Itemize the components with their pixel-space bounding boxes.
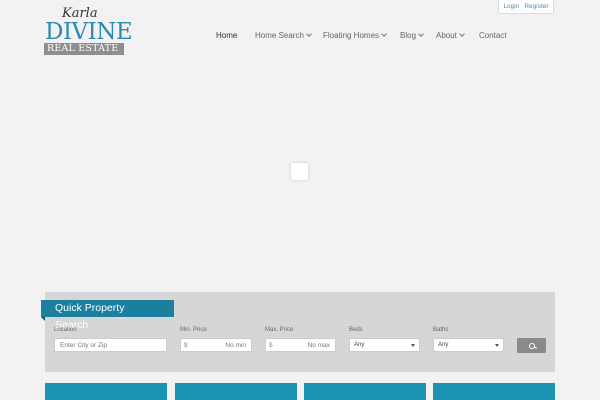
nav-floating-homes[interactable]: Floating Homes: [323, 31, 387, 40]
feature-tile[interactable]: [175, 383, 297, 400]
chevron-down-icon: [459, 31, 465, 37]
chevron-down-icon: [418, 31, 424, 37]
min-price-label: Min. Price: [180, 327, 207, 333]
slider-loading-indicator: [291, 163, 308, 180]
max-price-label: Max. Price: [265, 327, 294, 333]
logo-subtitle-bar: REAL ESTATE: [44, 43, 124, 55]
nav-about[interactable]: About: [436, 31, 465, 40]
dollar-icon: $: [269, 341, 273, 349]
max-price-input[interactable]: [272, 341, 335, 349]
nav-home-search-label: Home Search: [255, 31, 304, 40]
baths-label: Baths: [433, 327, 449, 333]
nav-contact[interactable]: Contact: [479, 31, 507, 40]
beds-select-value: Any: [354, 342, 365, 348]
nav-home-label: Home: [216, 31, 238, 40]
min-price-field: $: [180, 338, 252, 352]
site-logo[interactable]: Karla DIVINE REAL ESTATE: [44, 6, 133, 55]
chevron-down-icon: [381, 31, 387, 37]
search-icon: [528, 342, 535, 349]
logo-main-text: DIVINE: [45, 19, 133, 45]
baths-select-value: Any: [438, 342, 449, 348]
nav-floating-homes-label: Floating Homes: [323, 31, 380, 40]
beds-select[interactable]: Any: [349, 338, 420, 352]
search-button[interactable]: [517, 338, 546, 353]
nav-home-search[interactable]: Home Search: [255, 31, 312, 40]
nav-blog-label: Blog: [400, 31, 417, 40]
caret-down-icon: [411, 344, 415, 347]
max-price-field: $: [265, 338, 336, 352]
register-link[interactable]: Register: [524, 3, 548, 10]
login-link[interactable]: Login: [503, 3, 519, 10]
feature-tile[interactable]: [433, 383, 555, 400]
beds-label: Beds: [349, 327, 363, 333]
ribbon-fold: [41, 317, 45, 321]
baths-select[interactable]: Any: [433, 338, 504, 352]
dollar-icon: $: [184, 341, 188, 349]
nav-contact-label: Contact: [479, 31, 507, 40]
nav-blog[interactable]: Blog: [400, 31, 424, 40]
location-input[interactable]: [55, 341, 166, 349]
location-label: Location: [54, 327, 77, 333]
caret-down-icon: [495, 344, 499, 347]
feature-tile[interactable]: [304, 383, 426, 400]
logo-subtitle-text: REAL ESTATE: [47, 43, 119, 54]
min-price-input[interactable]: [187, 341, 251, 349]
nav-home[interactable]: Home: [216, 31, 237, 40]
feature-tile[interactable]: [45, 383, 167, 400]
nav-about-label: About: [436, 31, 457, 40]
quick-search-title: Quick Property: [55, 302, 125, 314]
account-links: Login Register: [498, 0, 554, 14]
chevron-down-icon: [306, 31, 312, 37]
location-field: [54, 338, 167, 352]
